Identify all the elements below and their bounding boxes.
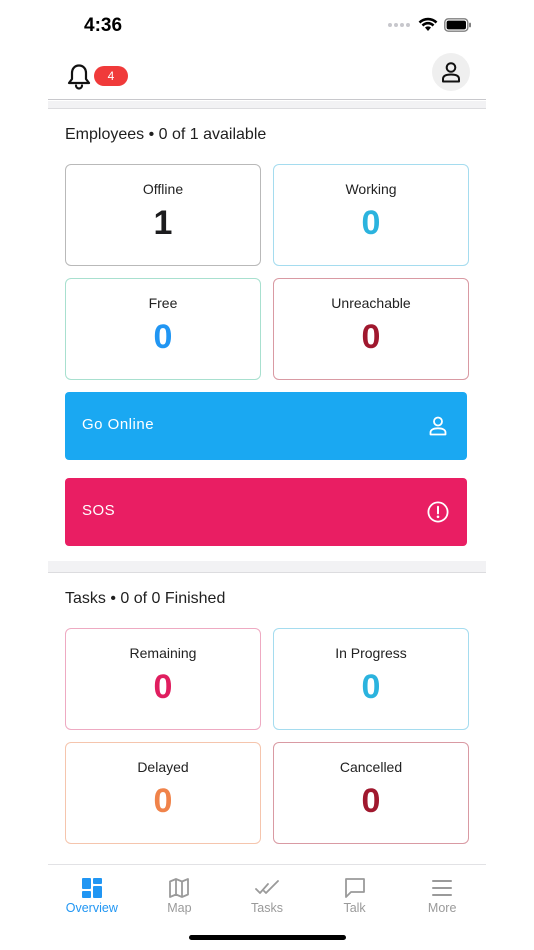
employee-card-free[interactable]: Free 0	[65, 278, 261, 380]
card-value: 0	[361, 318, 381, 356]
card-value: 0	[361, 782, 381, 820]
battery-icon	[444, 17, 471, 32]
go-online-label: Go Online	[82, 416, 155, 433]
employee-card-offline[interactable]: Offline 1	[65, 164, 261, 266]
task-card-delayed[interactable]: Delayed 0	[65, 742, 261, 844]
home-indicator	[189, 935, 346, 940]
profile-button[interactable]	[432, 53, 470, 91]
card-value: 0	[153, 318, 173, 356]
tab-label: Tasks	[251, 901, 283, 915]
tab-label: Map	[167, 901, 192, 915]
profile-icon	[442, 62, 460, 83]
card-label: Working	[345, 181, 397, 197]
card-value: 0	[361, 204, 381, 242]
card-label: Cancelled	[339, 759, 403, 775]
map-icon	[169, 878, 190, 898]
tab-talk[interactable]: Talk	[311, 865, 399, 928]
cellular-signal-icon	[388, 22, 410, 27]
app-header: 4	[48, 50, 486, 100]
double-check-icon	[255, 880, 279, 894]
card-label: Free	[148, 295, 178, 311]
sos-label: SOS	[82, 502, 116, 519]
card-label: Delayed	[137, 759, 189, 775]
tasks-title: Tasks • 0 of 0 Finished	[65, 590, 226, 607]
dashboard-icon	[81, 878, 102, 898]
employee-card-working[interactable]: Working 0	[273, 164, 469, 266]
tab-bar: Overview Map Tasks Talk More	[48, 864, 486, 928]
section-divider	[48, 101, 486, 109]
employee-card-unreachable[interactable]: Unreachable 0	[273, 278, 469, 380]
notification-badge: 4	[94, 66, 128, 86]
tab-tasks[interactable]: Tasks	[223, 865, 311, 928]
card-label: In Progress	[335, 645, 407, 661]
bell-icon	[67, 64, 91, 90]
task-card-in-progress[interactable]: In Progress 0	[273, 628, 469, 730]
person-icon	[429, 416, 447, 436]
status-time: 4:36	[84, 15, 123, 36]
wifi-icon	[418, 17, 438, 31]
card-value: 0	[153, 668, 173, 706]
tab-label: Overview	[65, 901, 118, 915]
card-value: 0	[153, 782, 173, 820]
card-label: Remaining	[129, 645, 197, 661]
status-bar: 4:36	[0, 0, 534, 50]
task-card-cancelled[interactable]: Cancelled 0	[273, 742, 469, 844]
tab-label: Talk	[343, 901, 366, 915]
card-label: Unreachable	[331, 295, 411, 311]
employees-title: Employees • 0 of 1 available	[65, 126, 267, 143]
section-divider	[48, 561, 486, 573]
card-value: 0	[361, 668, 381, 706]
status-icons	[388, 17, 472, 32]
card-value: 1	[153, 204, 173, 242]
chat-icon	[344, 878, 365, 898]
tab-map[interactable]: Map	[136, 865, 224, 928]
go-online-button[interactable]: Go Online	[65, 392, 467, 460]
sos-button[interactable]: SOS	[65, 478, 467, 546]
tab-more[interactable]: More	[398, 865, 486, 928]
alert-circle-icon	[427, 501, 449, 523]
tab-label: More	[427, 901, 457, 915]
menu-icon	[432, 880, 453, 896]
card-label: Offline	[142, 181, 184, 197]
notifications-button[interactable]: 4	[66, 62, 128, 90]
task-card-remaining[interactable]: Remaining 0	[65, 628, 261, 730]
tab-overview[interactable]: Overview	[48, 865, 136, 928]
